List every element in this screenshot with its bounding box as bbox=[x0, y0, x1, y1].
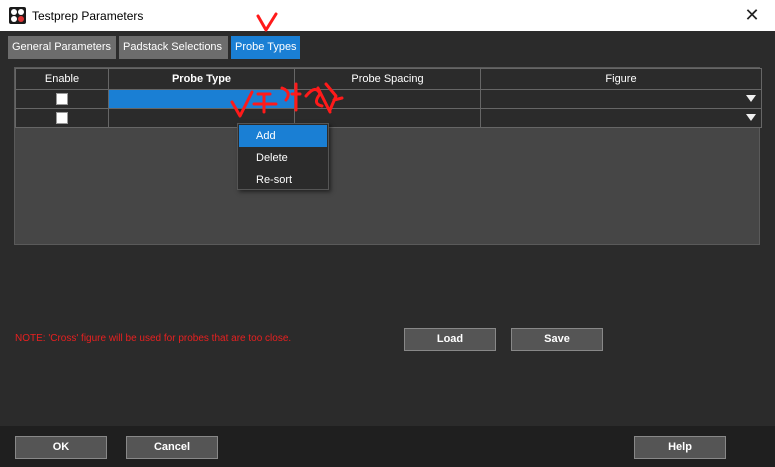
enable-checkbox[interactable] bbox=[56, 112, 68, 124]
title-bar: Testprep Parameters ✕ bbox=[0, 0, 775, 31]
menu-item-add[interactable]: Add bbox=[239, 125, 327, 147]
tab-padstack-selections[interactable]: Padstack Selections bbox=[119, 36, 228, 59]
chevron-down-icon[interactable] bbox=[746, 95, 756, 102]
probe-type-cell[interactable] bbox=[108, 89, 295, 109]
column-header-probe-type[interactable]: Probe Type bbox=[108, 68, 295, 90]
table-row[interactable] bbox=[15, 89, 762, 109]
ok-button[interactable]: OK bbox=[15, 436, 107, 459]
save-button[interactable]: Save bbox=[511, 328, 603, 351]
note-text: NOTE: 'Cross' figure will be used for pr… bbox=[15, 333, 292, 344]
table-row[interactable] bbox=[15, 108, 762, 128]
help-button[interactable]: Help bbox=[634, 436, 726, 459]
column-header-figure[interactable]: Figure bbox=[480, 68, 762, 90]
tab-general-parameters[interactable]: General Parameters bbox=[8, 36, 116, 59]
enable-cell[interactable] bbox=[15, 89, 109, 109]
cancel-button[interactable]: Cancel bbox=[126, 436, 218, 459]
menu-item-re-sort[interactable]: Re-sort bbox=[239, 169, 327, 191]
column-header-probe-spacing[interactable]: Probe Spacing bbox=[294, 68, 481, 90]
load-button[interactable]: Load bbox=[404, 328, 496, 351]
enable-checkbox[interactable] bbox=[56, 93, 68, 105]
grid-header-row: Enable Probe Type Probe Spacing Figure bbox=[15, 68, 762, 90]
tab-probe-types[interactable]: Probe Types bbox=[231, 36, 300, 59]
figure-cell[interactable] bbox=[480, 108, 762, 128]
chevron-down-icon[interactable] bbox=[746, 114, 756, 121]
probe-types-grid: Enable Probe Type Probe Spacing Figure bbox=[14, 67, 762, 245]
app-icon bbox=[9, 7, 26, 24]
figure-cell[interactable] bbox=[480, 89, 762, 109]
window-title: Testprep Parameters bbox=[32, 9, 144, 23]
context-menu: Add Delete Re-sort bbox=[237, 123, 329, 190]
probe-spacing-cell[interactable] bbox=[294, 89, 481, 109]
column-header-enable[interactable]: Enable bbox=[15, 68, 109, 90]
menu-item-delete[interactable]: Delete bbox=[239, 147, 327, 169]
enable-cell[interactable] bbox=[15, 108, 109, 128]
close-icon[interactable]: ✕ bbox=[729, 0, 775, 31]
